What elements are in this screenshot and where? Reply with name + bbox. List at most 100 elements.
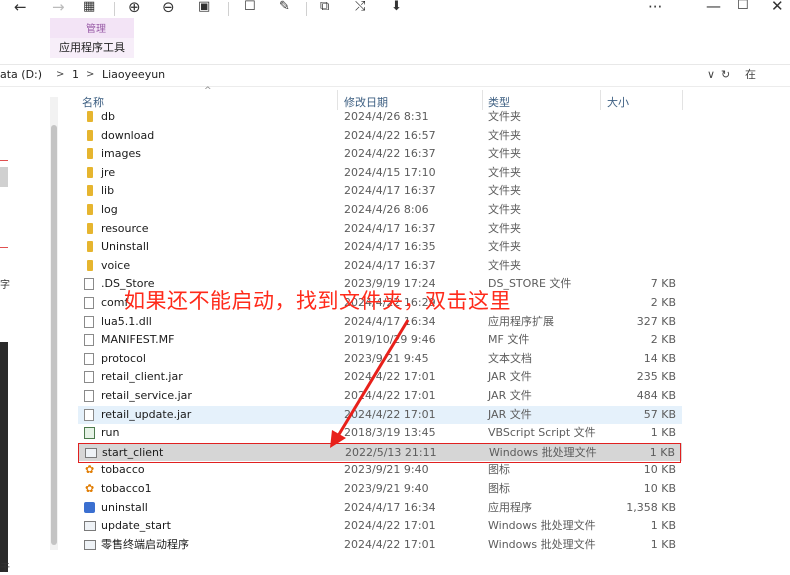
file-type: 文件夹 (488, 128, 521, 142)
annotation-text: 如果还不能启动，找到文件夹，双击这里 (124, 289, 511, 313)
file-date: 2023/9/21 9:45 (344, 351, 429, 365)
toolbar-divider (306, 2, 307, 16)
file-icon (84, 352, 94, 365)
file-name: voice (101, 258, 131, 272)
file-size: 484 KB (636, 389, 676, 402)
file-type: 图标 (488, 482, 510, 495)
column-divider[interactable] (482, 90, 483, 110)
file-date: 2024/4/26 8:31 (344, 110, 429, 123)
file-row[interactable]: voice 2024/4/17 16:37 文件夹 (78, 257, 682, 276)
column-divider[interactable] (682, 90, 683, 110)
file-row[interactable]: protocol 2023/9/21 9:45 文本文档 14 KB (78, 350, 682, 369)
file-date: 2024/4/22 17:01 (344, 370, 436, 384)
file-size: 1 KB (650, 519, 676, 533)
file-size: 57 KB (643, 407, 676, 421)
search-box[interactable]: 在 (745, 66, 756, 84)
file-date: 2024/4/22 16:57 (344, 128, 436, 142)
file-row[interactable]: lua5.1.dll 2024/4/17 16:34 应用程序扩展 327 KB (78, 313, 682, 332)
file-type: Windows 批处理文件 (488, 519, 596, 533)
file-row[interactable]: run 2018/3/19 13:45 VBScript Script 文件 1 KB (78, 424, 682, 443)
folder-icon (87, 129, 93, 141)
left-pane-text: 字 (0, 280, 10, 291)
zoom-in-icon[interactable]: ⊕ (128, 0, 141, 16)
vbscript-icon (84, 427, 95, 440)
file-type: JAR 文件 (488, 407, 532, 421)
file-row[interactable]: retail_service.jar 2024/4/22 17:01 JAR 文件 4… (78, 387, 682, 406)
file-type: 文件夹 (488, 110, 521, 123)
more-options-icon[interactable]: ··· (648, 0, 662, 16)
zoom-out-icon[interactable]: ⊖ (162, 0, 175, 16)
file-row[interactable]: db 2024/4/26 8:31 文件夹 (78, 108, 682, 127)
file-size: 1,358 KB (626, 500, 676, 514)
breadcrumb-folder-1[interactable]: 1 (72, 66, 79, 84)
file-name: uninstall (101, 500, 148, 514)
refresh-icon[interactable]: ↻ (721, 66, 730, 84)
file-row[interactable]: retail_client.jar 2024/4/22 17:01 JAR 文件 23… (78, 368, 682, 387)
file-date: 2024/4/22 17:01 (344, 407, 436, 421)
left-pane-mark (0, 160, 8, 161)
fit-view-icon[interactable]: ▣ (198, 0, 210, 16)
file-row[interactable]: jre 2024/4/15 17:10 文件夹 (78, 164, 682, 183)
file-type: JAR 文件 (488, 389, 532, 402)
address-dropdown-icon[interactable]: ∨ (707, 66, 715, 84)
file-row[interactable]: MANIFEST.MF 2019/10/29 9:46 MF 文件 2 KB (78, 331, 682, 350)
file-row[interactable]: update_start 2024/4/22 17:01 Windows 批处理文件… (78, 517, 682, 536)
save-icon[interactable]: ⬇ (391, 0, 402, 16)
breadcrumb-current[interactable]: Liaoyeeyun (102, 66, 165, 84)
forward-arrow-icon[interactable]: → (52, 0, 65, 16)
folder-icon (87, 259, 93, 271)
file-name: lua5.1.dll (101, 314, 152, 328)
file-name: protocol (101, 351, 146, 365)
copy-icon[interactable]: ⧉ (320, 0, 329, 16)
file-name: run (101, 426, 120, 440)
file-row[interactable]: log 2024/4/26 8:06 文件夹 (78, 201, 682, 220)
address-bottom-divider (0, 86, 790, 87)
file-row[interactable]: ✿ tobacco 2023/9/21 9:40 图标 10 KB (78, 461, 682, 480)
back-arrow-icon[interactable]: ← (14, 0, 27, 16)
file-date: 2019/10/29 9:46 (344, 333, 436, 347)
address-bar[interactable]: ata (D:) > 1 > Liaoyeeyun ∨ ↻ 在 (0, 66, 790, 86)
file-icon (84, 297, 94, 309)
breadcrumb-drive[interactable]: ata (D:) (0, 66, 42, 84)
file-row[interactable]: resource 2024/4/17 16:37 文件夹 (78, 220, 682, 239)
edit-icon[interactable]: ✎ (279, 0, 290, 16)
file-size: 235 KB (636, 370, 676, 384)
file-date: 2024/4/22 17:01 (344, 519, 436, 533)
file-date: 2024/4/22 17:01 (344, 537, 436, 551)
close-icon[interactable]: ✕ (771, 0, 784, 15)
file-row[interactable]: Uninstall 2024/4/17 16:35 文件夹 (78, 238, 682, 257)
file-row[interactable]: lib 2024/4/17 16:37 文件夹 (78, 182, 682, 201)
scrollbar-thumb[interactable] (51, 125, 57, 545)
file-icon (84, 315, 94, 328)
file-date: 2023/9/21 9:40 (344, 482, 429, 495)
rotate-icon[interactable]: ⤭ (355, 0, 365, 16)
file-row[interactable]: uninstall 2024/4/17 16:34 应用程序 1,358 KB (78, 499, 682, 518)
file-type: 文件夹 (488, 258, 521, 272)
toolbar-divider (228, 2, 229, 16)
maximize-icon[interactable]: ☐ (737, 0, 749, 15)
file-row[interactable]: 零售终端启动程序 2024/4/22 17:01 Windows 批处理文件 1 KB (78, 536, 682, 555)
ribbon-tab-app-tools[interactable]: 应用程序工具 (50, 38, 134, 58)
left-pane-mark (0, 247, 8, 248)
minimize-icon[interactable]: — (706, 0, 721, 15)
file-date: 2024/4/17 16:35 (344, 240, 436, 254)
toolbar-divider (114, 2, 115, 16)
image-icon: ✿ (85, 463, 95, 477)
file-name: retail_update.jar (101, 407, 192, 421)
file-name: lib (101, 184, 115, 198)
file-row[interactable]: retail_update.jar 2024/4/22 17:01 JAR 文件 57… (78, 405, 682, 425)
folder-icon (87, 148, 93, 160)
file-row[interactable]: images 2024/4/22 16:37 文件夹 (78, 145, 682, 164)
file-size: 14 KB (643, 351, 676, 365)
column-divider[interactable] (337, 90, 338, 110)
file-name: db (101, 110, 115, 123)
file-name: resource (101, 221, 149, 235)
ribbon-context-header: 管理 (50, 18, 134, 38)
file-row[interactable]: ✿ tobacco1 2023/9/21 9:40 图标 10 KB (78, 480, 682, 499)
file-type: MF 文件 (488, 333, 530, 347)
view-grid-icon[interactable]: ▦ (83, 0, 95, 16)
crop-icon[interactable]: ☐ (244, 0, 256, 16)
file-type: 文件夹 (488, 147, 521, 161)
file-row[interactable]: download 2024/4/22 16:57 文件夹 (78, 127, 682, 146)
column-divider[interactable] (600, 90, 601, 110)
